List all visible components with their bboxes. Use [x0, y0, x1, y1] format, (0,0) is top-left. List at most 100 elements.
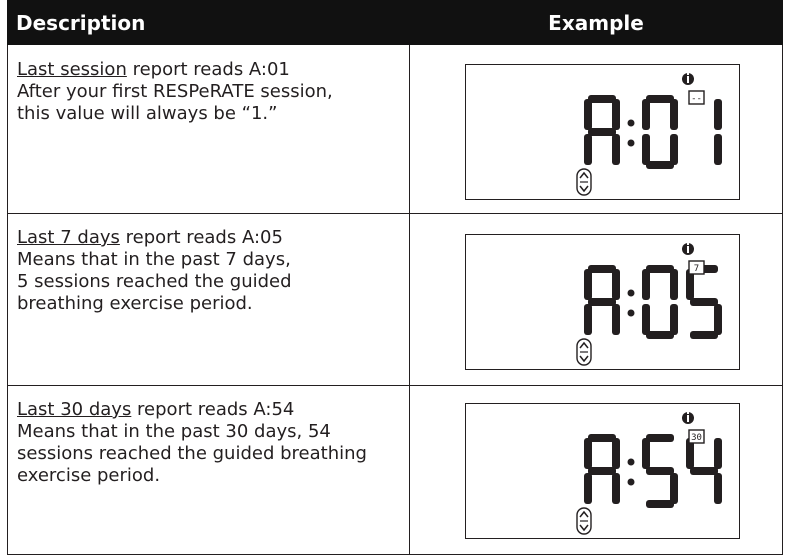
- lcd-segment: [584, 438, 592, 469]
- description-line: 5 sessions reached the guided: [17, 271, 292, 292]
- lcd-display: --: [465, 64, 740, 200]
- header-example: Example: [548, 11, 644, 35]
- lcd-segment: [588, 128, 616, 136]
- lcd-segment: [588, 434, 616, 442]
- lcd-digit: [642, 95, 678, 169]
- lcd-segment: [612, 304, 620, 335]
- lcd-segment: [646, 434, 674, 442]
- table-row: Last 30 days report reads A:54 Means tha…: [7, 385, 783, 555]
- period-badge-icon: --: [688, 90, 705, 105]
- lcd-segment: [588, 265, 616, 273]
- lcd-segment: [670, 304, 678, 335]
- lcd-digit: [686, 438, 722, 504]
- lcd-segment: [714, 134, 722, 165]
- lcd-segment: [670, 473, 678, 504]
- lcd-segment: [646, 161, 674, 169]
- table-row: Last 7 days report reads A:05 Means that…: [7, 213, 783, 385]
- lcd-segment: [690, 467, 718, 475]
- description-line: Means that in the past 7 days,: [17, 249, 291, 270]
- lcd-segment: [670, 99, 678, 130]
- lcd-readout: 7: [576, 243, 722, 366]
- lcd-segment: [646, 331, 674, 339]
- info-icon: [682, 412, 694, 424]
- scroll-arrows-icon: [576, 338, 592, 366]
- report-title: Last 30 days: [17, 399, 132, 420]
- description-line: this value will always be “1.”: [17, 103, 278, 124]
- lcd-readout: 30: [576, 412, 722, 535]
- lcd-digit: [584, 265, 620, 335]
- scroll-arrows-icon: [576, 507, 592, 535]
- lcd-digit: [584, 95, 620, 165]
- row-description: Last session report reads A:01 After you…: [17, 59, 402, 125]
- lcd-segment: [642, 134, 650, 165]
- lcd-segment: [690, 298, 718, 306]
- row-description: Last 7 days report reads A:05 Means that…: [17, 227, 402, 315]
- lcd-segment: [646, 467, 674, 475]
- description-line: sessions reached the guided breathing: [17, 443, 367, 464]
- lcd-digit: [642, 265, 678, 339]
- description-line: exercise period.: [17, 465, 161, 486]
- colon-dot: [627, 289, 635, 297]
- colon-dot: [627, 478, 635, 486]
- lcd-segment: [612, 269, 620, 300]
- info-icon: [682, 73, 694, 85]
- report-reading: report reads A:01: [126, 59, 290, 80]
- lcd-segment: [612, 438, 620, 469]
- lcd-segment: [714, 473, 722, 504]
- lcd-readout: --: [576, 73, 722, 196]
- colon-dot: [627, 309, 635, 317]
- lcd-segment: [642, 304, 650, 335]
- lcd-display: 30: [465, 403, 740, 539]
- lcd-digit: [686, 265, 722, 339]
- table-row: Last session report reads A:01 After you…: [7, 45, 783, 213]
- lcd-segment: [588, 467, 616, 475]
- lcd-segment: [584, 134, 592, 165]
- report-reading: report reads A:54: [131, 399, 295, 420]
- lcd-segment: [612, 473, 620, 504]
- lcd-segment: [642, 269, 650, 300]
- lcd-segment: [646, 265, 674, 273]
- report-reading: report reads A:05: [119, 227, 283, 248]
- lcd-segment: [646, 500, 674, 508]
- row-description: Last 30 days report reads A:54 Means tha…: [17, 399, 402, 487]
- description-line: Means that in the past 30 days, 54: [17, 421, 331, 442]
- lcd-segment: [584, 269, 592, 300]
- instruction-table: Description Example Last session report …: [7, 0, 783, 555]
- lcd-segment: [714, 99, 722, 130]
- info-icon: [682, 243, 694, 255]
- description-line: After your first RESPeRATE session,: [17, 81, 333, 102]
- period-badge-label: 7: [694, 264, 699, 274]
- description-line: breathing exercise period.: [17, 293, 253, 314]
- lcd-segment: [588, 95, 616, 103]
- table-border-bottom: [7, 554, 783, 555]
- colon-dot: [627, 139, 635, 147]
- lcd-segment: [584, 473, 592, 504]
- lcd-digit: [584, 434, 620, 504]
- scroll-arrows-icon: [576, 168, 592, 196]
- period-badge-icon: 30: [688, 429, 705, 444]
- lcd-display: 7: [465, 234, 740, 370]
- report-title: Last session: [17, 59, 127, 80]
- table-header: Description Example: [7, 0, 783, 45]
- lcd-digit: [642, 434, 678, 508]
- period-badge-label: 30: [691, 433, 702, 443]
- period-badge-icon: 7: [688, 260, 705, 275]
- report-title: Last 7 days: [17, 227, 120, 248]
- lcd-segment: [584, 304, 592, 335]
- lcd-segment: [670, 269, 678, 300]
- header-description: Description: [16, 11, 146, 35]
- lcd-segment: [714, 304, 722, 335]
- lcd-segment: [714, 438, 722, 469]
- lcd-segment: [642, 438, 650, 469]
- lcd-segment: [690, 331, 718, 339]
- colon-dot: [627, 458, 635, 466]
- lcd-segment: [642, 99, 650, 130]
- period-badge-label: --: [691, 94, 702, 104]
- lcd-digit: [714, 99, 722, 165]
- lcd-segment: [670, 134, 678, 165]
- lcd-segment: [584, 99, 592, 130]
- colon-dot: [627, 119, 635, 127]
- lcd-segment: [646, 95, 674, 103]
- lcd-segment: [588, 298, 616, 306]
- lcd-segment: [612, 99, 620, 130]
